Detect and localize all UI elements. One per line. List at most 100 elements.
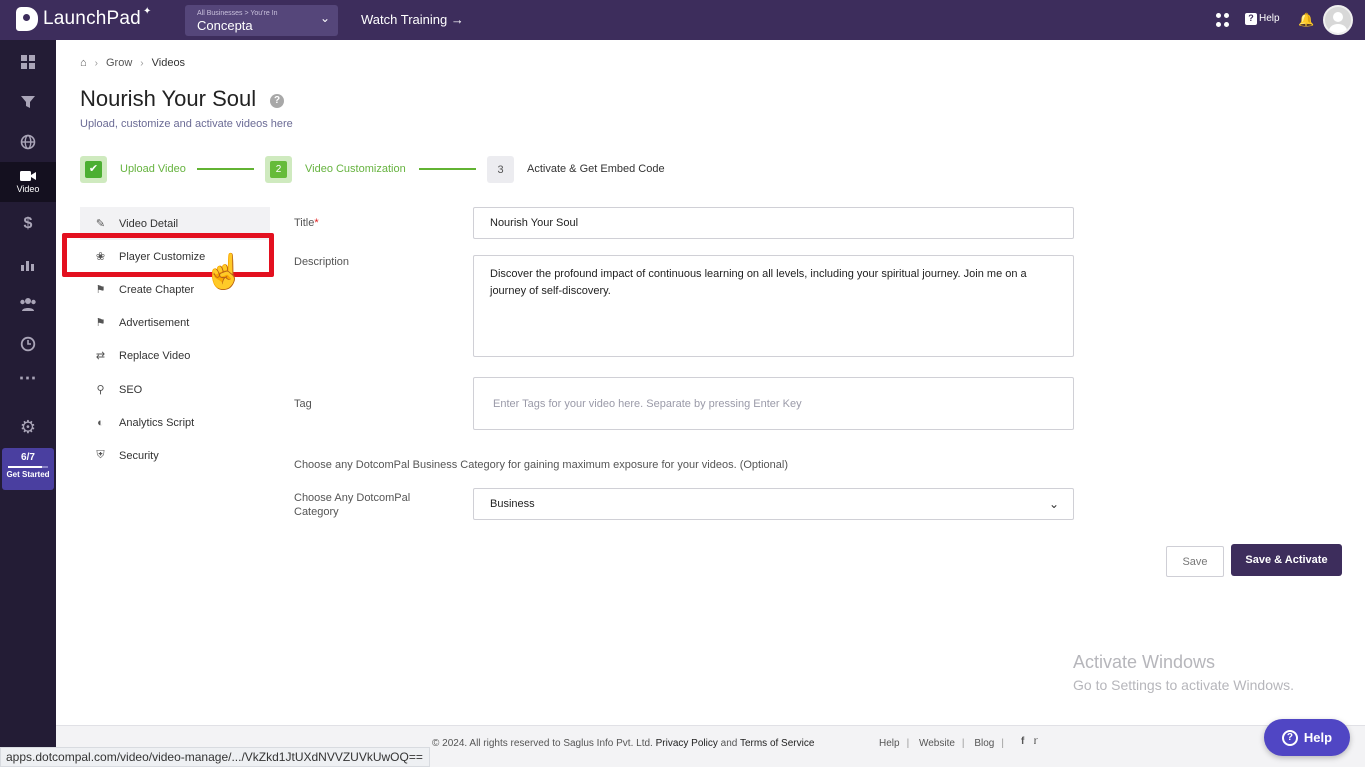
- menu-advertisement[interactable]: ⚑ Advertisement: [80, 306, 270, 339]
- step-3-label[interactable]: Activate & Get Embed Code: [527, 163, 665, 175]
- chevron-down-icon: ⌄: [1048, 497, 1059, 511]
- menu-create-chapter-label: Create Chapter: [119, 283, 195, 296]
- rail-websites[interactable]: [0, 122, 56, 162]
- step-2-indicator[interactable]: 2: [265, 156, 292, 183]
- tag-input[interactable]: Enter Tags for your video here. Separate…: [473, 377, 1074, 430]
- swap-icon: ⇄: [95, 350, 106, 362]
- footer-blog-link[interactable]: Blog: [974, 738, 994, 749]
- category-select-value: Business: [490, 498, 535, 510]
- footer-links: Help | Website | Blog |: [879, 738, 1004, 749]
- help-floating-label: Help: [1303, 730, 1333, 745]
- description-label: Description: [294, 256, 350, 268]
- rail-settings[interactable]: ⚙: [0, 407, 56, 447]
- breadcrumb-separator-icon: ›: [94, 57, 98, 69]
- footer-help-link[interactable]: Help: [879, 738, 900, 749]
- home-icon[interactable]: ⌂: [80, 57, 87, 69]
- status-bar-url: apps.dotcompal.com/video/video-manage/..…: [0, 747, 430, 767]
- left-rail: Video $ ⋯ ⚙ 6/7 Get Started: [0, 40, 56, 767]
- help-link-label: Help: [1259, 13, 1280, 24]
- more-icon: ⋯: [18, 367, 38, 388]
- help-link[interactable]: ? Help: [1245, 13, 1280, 25]
- bell-icon[interactable]: 🔔: [1298, 12, 1314, 28]
- menu-replace-video-label: Replace Video: [119, 349, 191, 362]
- terms-link[interactable]: Terms of Service: [740, 738, 814, 749]
- video-camera-icon: [20, 171, 36, 181]
- footer-copyright: © 2024. All rights reserved to Saglus In…: [432, 738, 814, 749]
- menu-analytics-script-label: Analytics Script: [119, 416, 195, 429]
- menu-replace-video[interactable]: ⇄ Replace Video: [80, 339, 270, 372]
- get-started-progress-bar: [8, 466, 48, 468]
- privacy-policy-link[interactable]: Privacy Policy: [656, 738, 718, 749]
- rail-dashboard[interactable]: [0, 42, 56, 82]
- watch-training-link[interactable]: Watch Training →: [361, 12, 464, 27]
- get-started-progress: 6/7: [21, 452, 35, 463]
- question-icon: ?: [1245, 13, 1257, 25]
- get-started-widget[interactable]: 6/7 Get Started: [2, 448, 54, 490]
- copyright-text: © 2024. All rights reserved to Saglus In…: [432, 738, 653, 749]
- footer-website-link[interactable]: Website: [919, 738, 955, 749]
- step-connector: [419, 168, 476, 170]
- chart-icon: ◐: [97, 416, 104, 429]
- rail-more[interactable]: ⋯: [0, 358, 56, 398]
- help-floating-button[interactable]: ? Help: [1264, 719, 1350, 756]
- menu-seo-label: SEO: [119, 383, 143, 396]
- rail-funnels[interactable]: [0, 82, 56, 122]
- logo-mark-icon: [16, 7, 38, 31]
- chevron-down-icon: ⌄: [319, 11, 330, 25]
- description-textarea[interactable]: Discover the profound impact of continuo…: [473, 255, 1074, 357]
- step-1-label[interactable]: Upload Video: [120, 163, 186, 175]
- category-label: Choose Any DotcomPal Category: [294, 492, 411, 518]
- tag-label: Tag: [294, 398, 312, 410]
- rail-contacts[interactable]: [0, 284, 56, 324]
- hand-cursor-icon: ☝: [203, 253, 246, 291]
- analytics-icon: [21, 261, 34, 271]
- users-icon: [20, 298, 36, 311]
- avatar[interactable]: [1323, 5, 1353, 35]
- category-select[interactable]: Business ⌄: [473, 488, 1074, 520]
- breadcrumb: ⌂ › Grow › Videos: [80, 57, 185, 69]
- get-started-progress-fill: [8, 466, 43, 468]
- breadcrumb-separator-icon: ›: [140, 57, 144, 69]
- menu-advertisement-label: Advertisement: [119, 316, 190, 329]
- title-label-text: Title: [294, 217, 315, 229]
- facebook-icon[interactable]: f: [1021, 736, 1024, 747]
- menu-seo[interactable]: ⚲ SEO: [80, 373, 270, 406]
- question-icon[interactable]: ?: [270, 94, 284, 108]
- step-2-label[interactable]: Video Customization: [305, 163, 406, 175]
- business-name: Concepta: [197, 18, 253, 33]
- twitter-icon[interactable]: 𝕣: [1033, 736, 1038, 747]
- title-label: Title*: [294, 217, 319, 229]
- required-marker: *: [314, 217, 319, 229]
- breadcrumb-grow[interactable]: Grow: [106, 57, 132, 69]
- save-button[interactable]: Save: [1166, 546, 1224, 577]
- and-text: and: [720, 738, 738, 749]
- business-selector[interactable]: All Businesses > You're In Concepta ⌄: [185, 5, 338, 36]
- shield-icon: ⛨: [96, 449, 105, 461]
- settings-icon: ⚙: [19, 416, 37, 437]
- step-3-indicator[interactable]: 3: [487, 156, 514, 183]
- menu-video-detail-label: Video Detail: [119, 217, 179, 230]
- launchpad-logo[interactable]: LaunchPad ✦: [16, 6, 151, 31]
- megaphone-icon: ⚑: [95, 317, 106, 329]
- title-input[interactable]: Nourish Your Soul: [473, 207, 1074, 239]
- rail-payments[interactable]: $: [0, 204, 56, 244]
- dollar-icon: $: [23, 215, 33, 232]
- menu-analytics-script[interactable]: ◐ Analytics Script: [80, 406, 270, 439]
- megaphone-icon: ⚑: [95, 284, 106, 296]
- search-icon: ⚲: [96, 384, 105, 396]
- logo-text: LaunchPad: [43, 8, 141, 29]
- apps-grid-icon[interactable]: [1216, 13, 1230, 27]
- history-icon: [20, 336, 36, 352]
- edit-icon: ✎: [95, 218, 106, 230]
- funnel-icon: [21, 96, 35, 108]
- save-activate-button[interactable]: Save & Activate: [1231, 544, 1342, 576]
- menu-security-label: Security: [119, 449, 159, 462]
- step-1-indicator[interactable]: ✔: [80, 156, 107, 183]
- top-bar: LaunchPad ✦ All Businesses > You're In C…: [0, 0, 1365, 40]
- question-icon: ?: [1281, 729, 1298, 746]
- step-connector: [197, 168, 254, 170]
- rail-video[interactable]: Video: [0, 162, 56, 202]
- rail-analytics[interactable]: [0, 244, 56, 284]
- category-note: Choose any DotcomPal Business Category f…: [294, 459, 789, 471]
- menu-security[interactable]: ⛨ Security: [80, 439, 270, 472]
